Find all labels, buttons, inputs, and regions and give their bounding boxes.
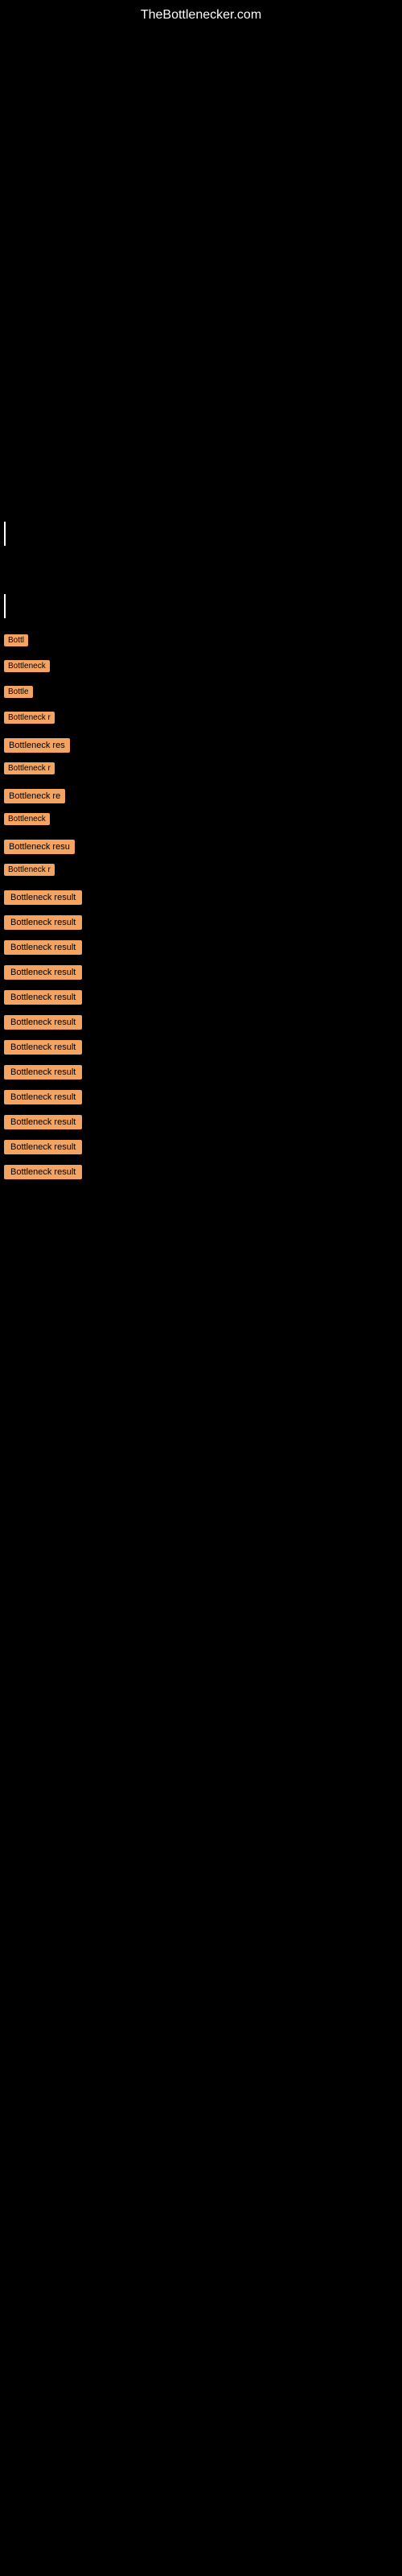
chart-area [0, 23, 402, 506]
bottleneck-badge[interactable]: Bottleneck result [4, 1090, 82, 1104]
bottleneck-badge[interactable]: Bottleneck result [4, 1165, 82, 1179]
list-item: Bottleneck [4, 813, 398, 829]
list-item: Bottleneck r [4, 762, 398, 778]
list-item: Bottleneck result [4, 1064, 398, 1080]
list-item: Bottleneck result [4, 1039, 398, 1055]
list-item: Bottleneck result [4, 1014, 398, 1030]
bottleneck-badge[interactable]: Bottleneck r [4, 864, 55, 876]
list-item: Bottleneck result [4, 1139, 398, 1154]
site-title: TheBottlenecker.com [0, 0, 402, 23]
list-item: Bottleneck result [4, 890, 398, 905]
bottleneck-badge[interactable]: Bottleneck result [4, 1115, 82, 1129]
bottleneck-badge[interactable]: Bottleneck result [4, 1015, 82, 1030]
bottleneck-badge[interactable]: Bottleneck result [4, 990, 82, 1005]
bottleneck-badge[interactable]: Bottleneck result [4, 965, 82, 980]
list-item: Bottleneck result [4, 964, 398, 980]
list-item: Bottleneck res [4, 737, 398, 753]
bottleneck-badge[interactable]: Bottleneck result [4, 1040, 82, 1055]
bottleneck-badge[interactable]: Bottleneck re [4, 789, 65, 803]
bottleneck-badge[interactable]: Bottleneck r [4, 712, 55, 724]
list-item: Bottleneck result [4, 1114, 398, 1129]
bottleneck-badge[interactable]: Bottle [4, 686, 33, 698]
content-area: Bottl Bottleneck Bottle Bottleneck r Bottlen… [0, 506, 402, 1179]
bottleneck-badge[interactable]: Bottleneck resu [4, 840, 75, 854]
bottleneck-badge[interactable]: Bottleneck [4, 813, 50, 825]
bottleneck-badge[interactable]: Bottleneck result [4, 940, 82, 955]
list-item: Bottleneck result [4, 1089, 398, 1104]
list-item: Bottleneck result [4, 989, 398, 1005]
list-item: Bottle [4, 686, 398, 702]
bottleneck-badge[interactable]: Bottleneck r [4, 762, 55, 774]
list-item: Bottl [4, 634, 398, 650]
list-item: Bottleneck result [4, 914, 398, 930]
bottleneck-badge[interactable]: Bottleneck result [4, 1065, 82, 1080]
list-item: Bottleneck resu [4, 839, 398, 854]
list-item: Bottleneck r [4, 712, 398, 728]
list-item: Bottleneck result [4, 939, 398, 955]
bottleneck-badge[interactable]: Bottleneck [4, 660, 50, 672]
bottleneck-badge[interactable]: Bottleneck result [4, 915, 82, 930]
list-item: Bottleneck result [4, 1164, 398, 1179]
cursor-indicator [4, 522, 6, 546]
bottleneck-badge[interactable]: Bottleneck result [4, 890, 82, 905]
list-item: Bottleneck r [4, 864, 398, 880]
bottleneck-badge[interactable]: Bottl [4, 634, 28, 646]
bottleneck-badge[interactable]: Bottleneck result [4, 1140, 82, 1154]
bottleneck-list: Bottl Bottleneck Bottle Bottleneck r Bottlen… [0, 634, 402, 1179]
site-header: TheBottlenecker.com [0, 0, 402, 23]
bottleneck-badge[interactable]: Bottleneck res [4, 738, 70, 753]
list-item: Bottleneck re [4, 788, 398, 803]
cursor-indicator-2 [4, 594, 6, 618]
list-item: Bottleneck [4, 660, 398, 676]
